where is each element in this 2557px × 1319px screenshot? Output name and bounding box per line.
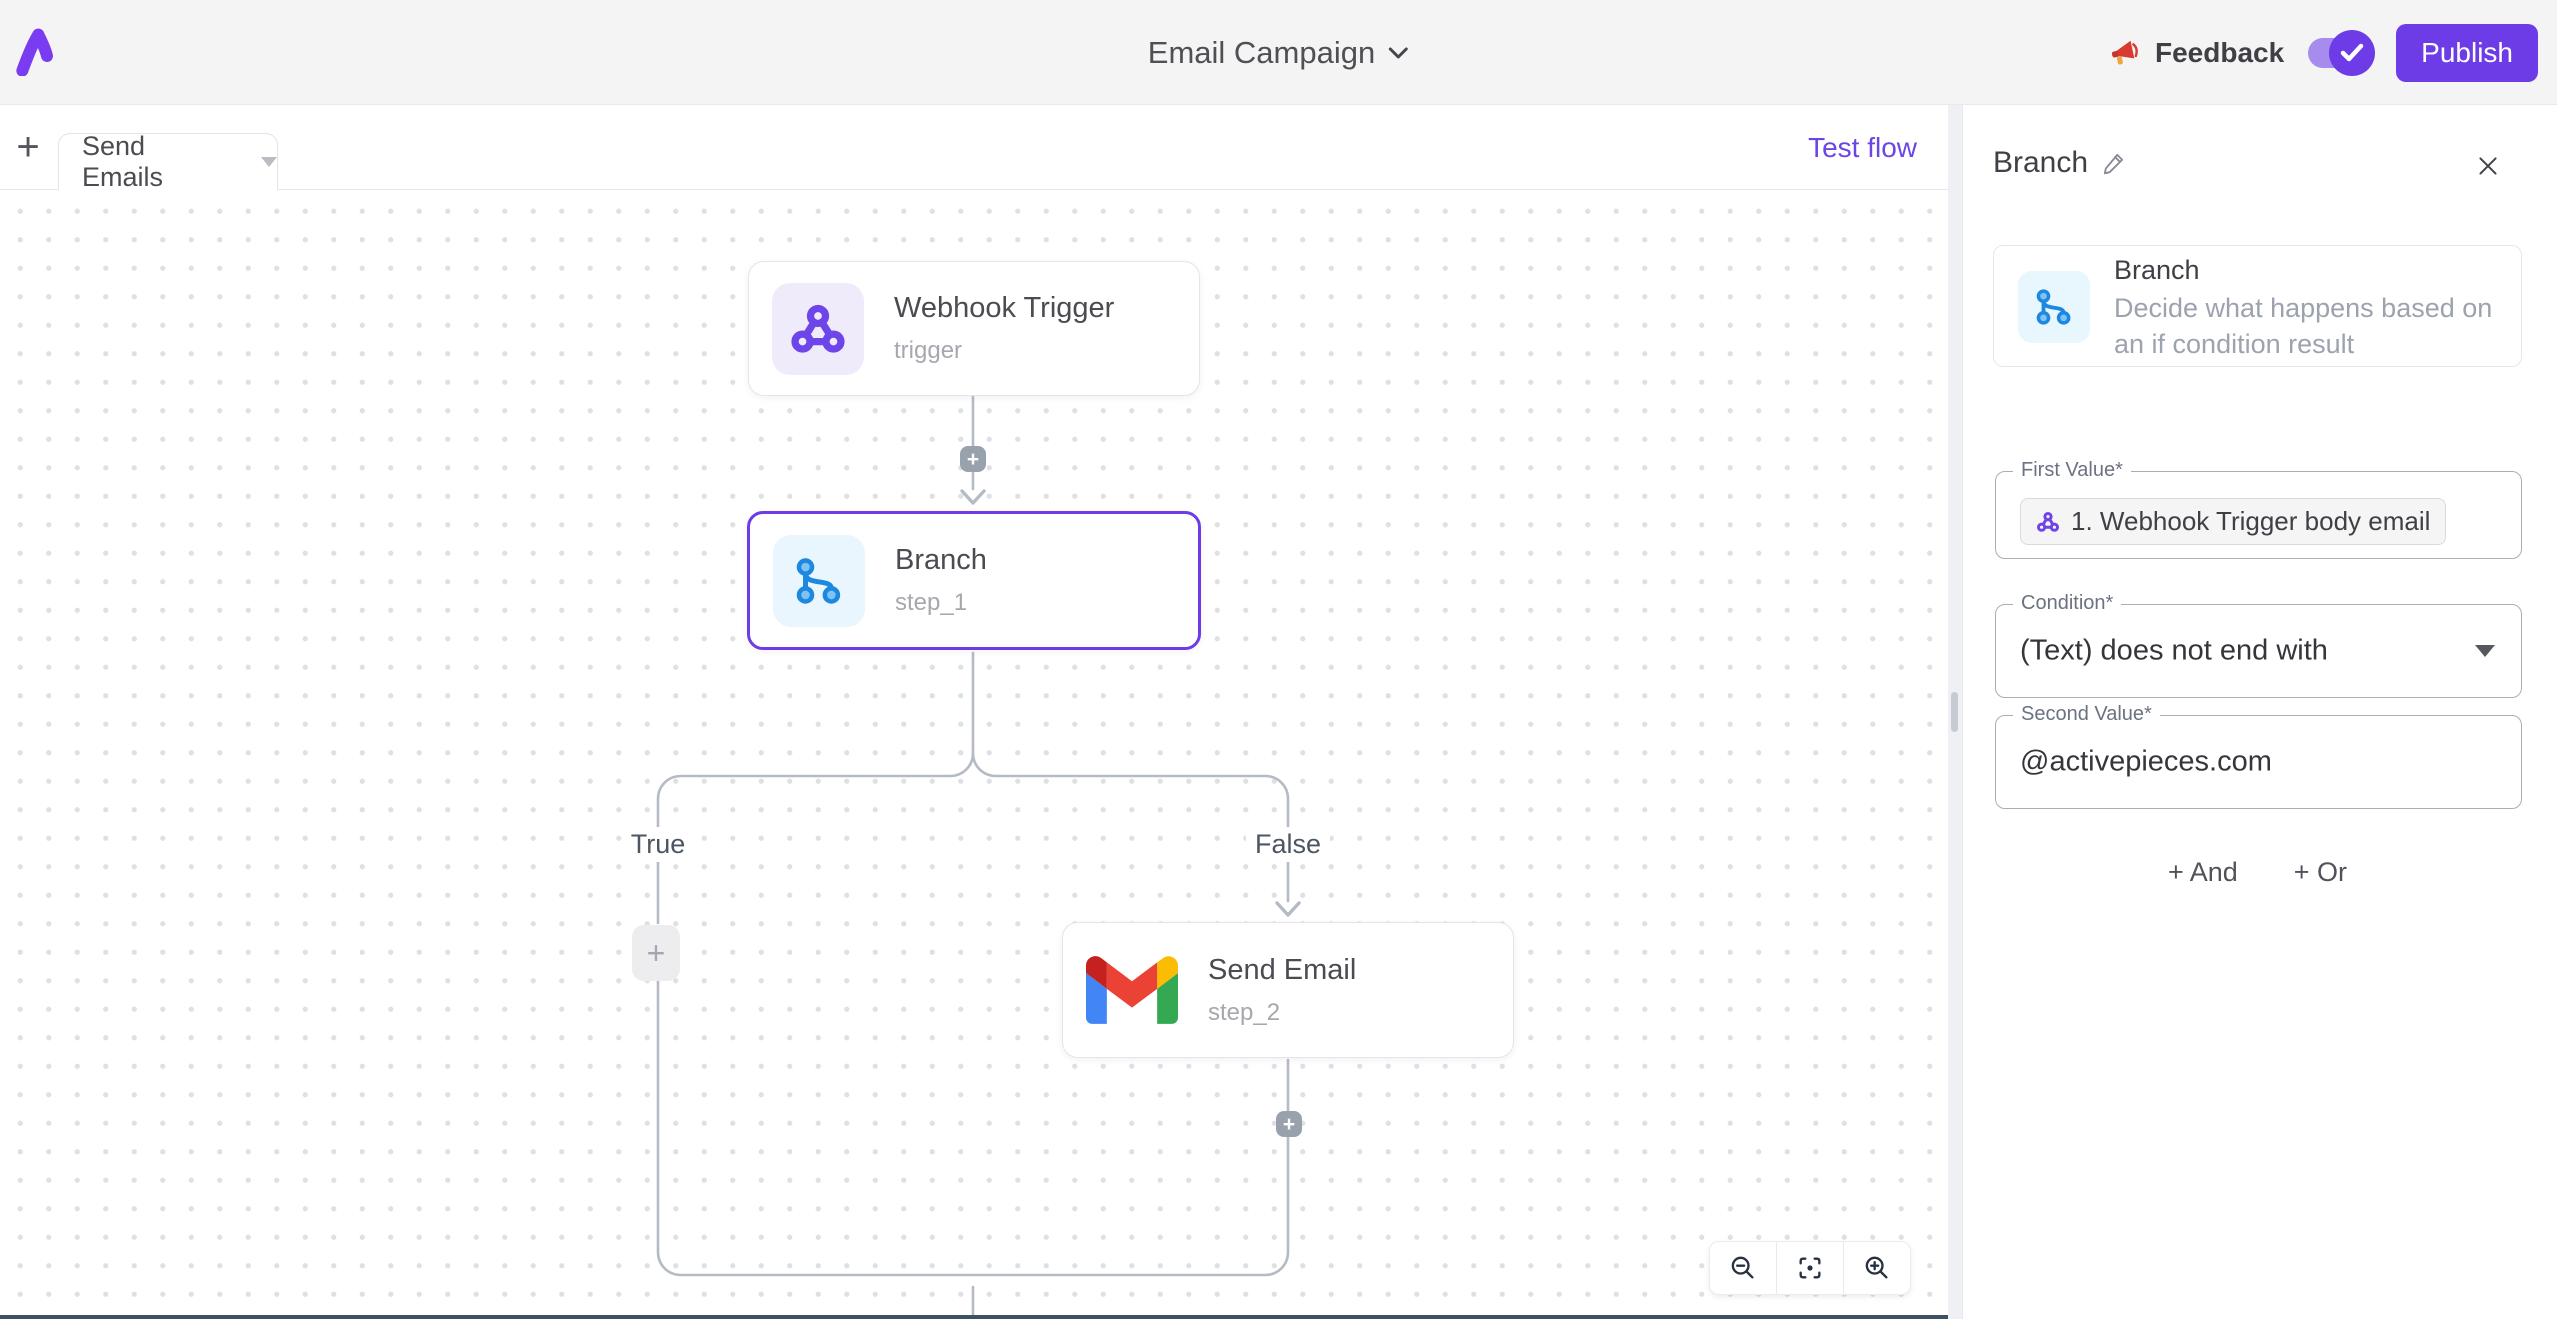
- piece-info-card: Branch Decide what happens based on an i…: [1993, 245, 2522, 367]
- flow-title-menu[interactable]: Email Campaign: [1148, 0, 1409, 105]
- webhook-icon: [789, 300, 847, 358]
- check-icon: [2339, 42, 2365, 64]
- tab-label: Send Emails: [82, 131, 233, 193]
- node-branch[interactable]: Branch step_1: [747, 511, 1201, 650]
- close-icon[interactable]: [2475, 153, 2501, 179]
- add-step-placeholder[interactable]: +: [632, 925, 680, 981]
- flow-tabbar: + Send Emails Test flow: [0, 105, 1948, 190]
- step-settings-panel: Branch Br: [1962, 105, 2557, 1319]
- add-or-button[interactable]: + Or: [2294, 857, 2347, 888]
- node-subtitle: trigger: [894, 337, 1114, 365]
- edit-pencil-icon[interactable]: [2101, 150, 2127, 176]
- second-value-input[interactable]: @activepieces.com: [2020, 746, 2272, 779]
- branch-true-label: True: [622, 827, 695, 862]
- chevron-down-icon: [1387, 46, 1409, 60]
- branch-icon: [792, 554, 846, 608]
- add-step-button[interactable]: +: [960, 446, 986, 472]
- tab-send-emails[interactable]: Send Emails: [58, 133, 278, 190]
- second-value-field[interactable]: Second Value* @activepieces.com: [1995, 715, 2522, 809]
- topbar-right: Feedback Publish: [2109, 0, 2538, 105]
- toggle-knob: [2329, 30, 2375, 76]
- branch-false-label: False: [1246, 827, 1330, 862]
- zoom-out-icon: [1729, 1254, 1757, 1282]
- fit-view-icon: [1796, 1254, 1824, 1282]
- feedback-toggle[interactable]: [2308, 38, 2372, 68]
- activepieces-logo-icon[interactable]: [14, 28, 60, 76]
- add-tab-button[interactable]: +: [6, 105, 50, 190]
- add-step-button[interactable]: +: [1276, 1111, 1302, 1137]
- topbar: Email Campaign Feedback P: [0, 0, 2557, 105]
- branch-icon: [2033, 286, 2075, 328]
- tab-caret-icon: [261, 157, 277, 167]
- piece-name: Branch: [2114, 255, 2200, 286]
- token-text: 1. Webhook Trigger body email: [2071, 506, 2430, 537]
- condition-value: (Text) does not end with: [2020, 635, 2328, 668]
- select-caret-icon: [2475, 645, 2495, 657]
- webhook-icon: [2036, 510, 2060, 534]
- node-title: Send Email: [1208, 954, 1356, 987]
- node-send-email[interactable]: Send Email step_2: [1062, 922, 1514, 1058]
- feedback-label: Feedback: [2155, 37, 2284, 69]
- node-title: Webhook Trigger: [894, 292, 1114, 325]
- node-webhook-trigger[interactable]: Webhook Trigger trigger: [748, 261, 1200, 396]
- node-title: Branch: [895, 544, 987, 577]
- zoom-in-button[interactable]: [1843, 1242, 1910, 1294]
- panel-header: Branch: [1993, 146, 2127, 180]
- branch-icon-tile: [773, 535, 865, 627]
- zoom-out-button[interactable]: [1710, 1242, 1776, 1294]
- flow-title: Email Campaign: [1148, 35, 1375, 71]
- branch-icon-tile: [2018, 271, 2090, 343]
- megaphone-icon: [2109, 37, 2143, 69]
- canvas-scrollbar-thumb[interactable]: [1951, 692, 1958, 732]
- webhook-icon-tile: [772, 283, 864, 375]
- condition-label: Condition*: [2013, 592, 2121, 615]
- zoom-in-icon: [1863, 1254, 1891, 1282]
- gmail-icon: [1086, 955, 1178, 1025]
- condition-group-actions: + And + Or: [1993, 857, 2522, 888]
- piece-description: Decide what happens based on an if condi…: [2114, 290, 2518, 362]
- first-value-field[interactable]: First Value* 1. Webhook Trigger body ema…: [1995, 471, 2522, 559]
- node-subtitle: step_2: [1208, 999, 1356, 1027]
- first-value-label: First Value*: [2013, 459, 2131, 482]
- condition-select[interactable]: Condition* (Text) does not end with: [1995, 604, 2522, 698]
- fit-view-button[interactable]: [1776, 1242, 1843, 1294]
- test-flow-link[interactable]: Test flow: [1808, 105, 1917, 190]
- publish-button[interactable]: Publish: [2396, 24, 2538, 82]
- canvas-zoom-toolbar: [1709, 1241, 1911, 1295]
- feedback-button[interactable]: Feedback: [2109, 37, 2284, 69]
- second-value-label: Second Value*: [2013, 703, 2160, 726]
- panel-title: Branch: [1993, 146, 2088, 180]
- node-subtitle: step_1: [895, 589, 987, 617]
- first-value-token[interactable]: 1. Webhook Trigger body email: [2020, 498, 2446, 545]
- add-and-button[interactable]: + And: [2168, 857, 2238, 888]
- canvas-bottom-scrollbar[interactable]: [0, 1315, 1948, 1319]
- flow-canvas[interactable]: Webhook Trigger trigger + Branch step_1: [0, 105, 1948, 1319]
